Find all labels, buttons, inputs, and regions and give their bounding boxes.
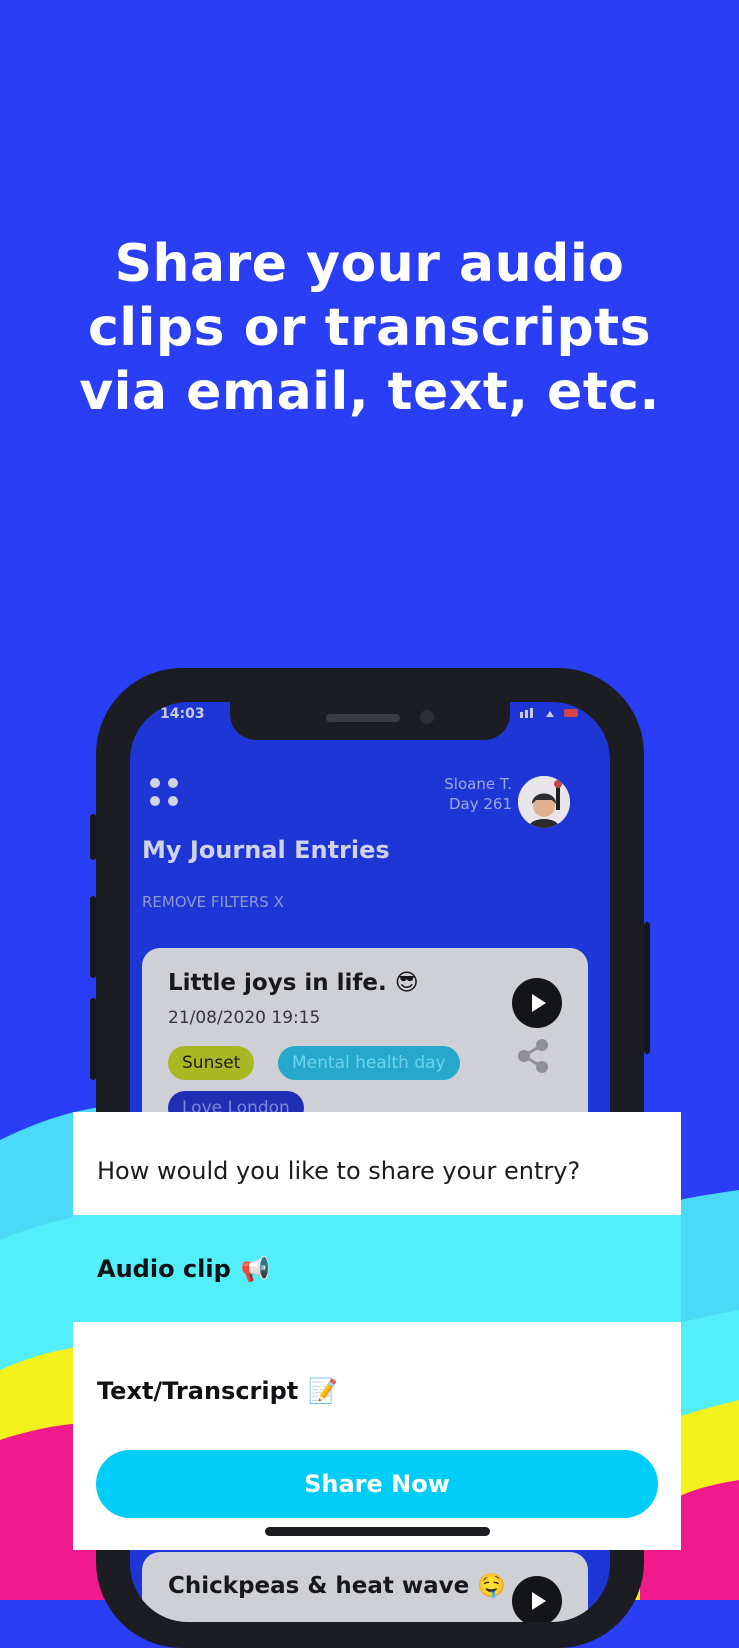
- user-day: Day 261: [448, 795, 512, 813]
- remove-filters-link[interactable]: REMOVE FILTERS X: [142, 893, 284, 911]
- headline-line-3: via email, text, etc.: [79, 362, 660, 422]
- play-icon: [532, 1592, 546, 1610]
- user-name: Sloane T.: [444, 775, 512, 793]
- avatar-illustration: [518, 776, 570, 828]
- tag-mental-health-day[interactable]: Mental health day: [278, 1046, 460, 1080]
- status-time: 14:03: [160, 706, 205, 722]
- promo-headline: Share your audio clips or transcripts vi…: [0, 232, 739, 424]
- phone-power-button: [644, 922, 650, 1054]
- front-camera: [420, 710, 434, 724]
- headline-line-1: Share your audio: [114, 234, 625, 294]
- journal-entry-card[interactable]: Chickpeas & heat wave 🤤: [142, 1552, 588, 1622]
- share-icon[interactable]: [514, 1038, 552, 1074]
- entry-title: Little joys in life. 😎: [168, 970, 419, 996]
- user-info: Sloane T. Day 261: [444, 774, 512, 814]
- phone-volume-down: [90, 998, 96, 1080]
- share-question: How would you like to share your entry?: [97, 1157, 581, 1185]
- play-button[interactable]: [512, 1576, 562, 1622]
- play-button[interactable]: [512, 978, 562, 1028]
- play-icon: [532, 994, 546, 1012]
- phone-notch: [230, 702, 510, 740]
- share-sheet: How would you like to share your entry? …: [73, 1112, 681, 1550]
- share-now-button[interactable]: Share Now: [96, 1450, 658, 1518]
- phone-mute-switch: [90, 814, 96, 860]
- entry-title: Chickpeas & heat wave 🤤: [168, 1573, 506, 1599]
- status-icons: [520, 708, 578, 718]
- share-option-audio-clip[interactable]: Audio clip 📢: [73, 1215, 681, 1322]
- option-label: Text/Transcript: [97, 1377, 299, 1405]
- speaker-grille: [326, 714, 400, 722]
- headline-line-2: clips or transcripts: [87, 298, 652, 358]
- tag-sunset[interactable]: Sunset: [168, 1046, 255, 1080]
- avatar[interactable]: [518, 776, 570, 828]
- memo-icon: 📝: [308, 1377, 339, 1405]
- home-indicator[interactable]: [265, 1527, 490, 1536]
- menu-icon[interactable]: [150, 778, 180, 808]
- entry-date: 21/08/2020 19:15: [168, 1008, 321, 1028]
- page-title: My Journal Entries: [142, 836, 390, 864]
- share-option-text-transcript[interactable]: Text/Transcript 📝: [73, 1322, 681, 1454]
- megaphone-icon: 📢: [240, 1254, 271, 1283]
- phone-volume-up: [90, 896, 96, 978]
- option-label: Audio clip: [97, 1254, 231, 1283]
